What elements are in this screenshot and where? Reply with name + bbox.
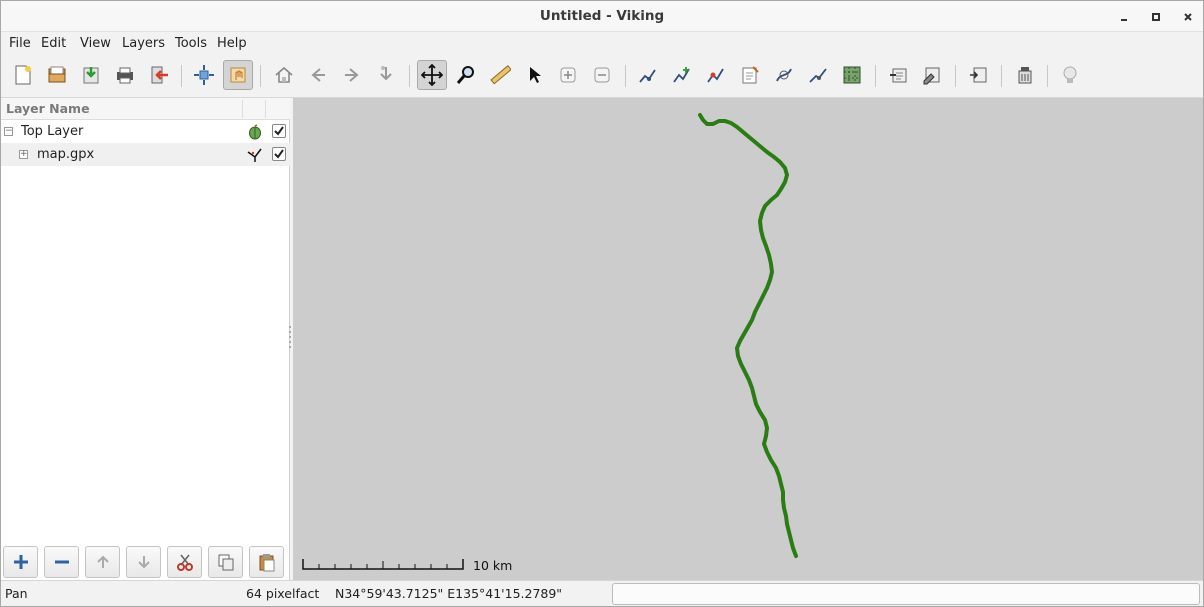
- open-file-icon[interactable]: [42, 60, 72, 90]
- move-up-icon[interactable]: [85, 546, 120, 578]
- status-zoom-level: 64 pixelfact: [246, 586, 320, 601]
- toolbar-separator: [955, 65, 956, 87]
- toolbar-separator: [875, 65, 876, 87]
- remove-layer-icon[interactable]: [44, 546, 79, 578]
- exit-icon[interactable]: [144, 60, 174, 90]
- zoom-out-icon[interactable]: [587, 60, 617, 90]
- save-file-icon[interactable]: [76, 60, 106, 90]
- layer-buttons-bar: [1, 546, 290, 580]
- tip-bulb-icon[interactable]: [1055, 60, 1085, 90]
- pan-hand-icon[interactable]: [223, 60, 253, 90]
- move-down-icon[interactable]: [126, 546, 161, 578]
- layers-header: Layer Name: [1, 98, 290, 120]
- menu-view[interactable]: View: [80, 36, 111, 51]
- route-finder-icon[interactable]: [769, 60, 799, 90]
- scale-bar: [302, 559, 464, 570]
- layer-visible-checkbox[interactable]: [272, 147, 286, 161]
- forward-icon[interactable]: [337, 60, 367, 90]
- collapse-icon[interactable]: −: [4, 127, 13, 136]
- map-download-icon[interactable]: [837, 60, 867, 90]
- paste-icon[interactable]: [249, 546, 284, 578]
- ruler-icon[interactable]: [485, 60, 515, 90]
- menu-layers[interactable]: Layers: [122, 36, 165, 51]
- status-message-box: [612, 583, 1200, 605]
- column-divider: [242, 100, 243, 118]
- jump-icon[interactable]: [371, 60, 401, 90]
- status-bar: Pan 64 pixelfact N34°59'43.7125" E135°41…: [1, 580, 1203, 606]
- layer-properties-icon[interactable]: [883, 60, 913, 90]
- back-icon[interactable]: [303, 60, 333, 90]
- window-title: Untitled - Viking: [539, 8, 665, 24]
- layer-row-map-gpx[interactable]: + map.gpx: [1, 143, 290, 166]
- splitter-icon[interactable]: [803, 60, 833, 90]
- layer-edit-icon[interactable]: [917, 60, 947, 90]
- expand-icon[interactable]: +: [19, 150, 28, 159]
- create-track-icon[interactable]: [667, 60, 697, 90]
- scale-bar-label: 10 km: [473, 558, 513, 573]
- map-viewport[interactable]: 10 km: [293, 98, 1203, 580]
- layer-label: map.gpx: [37, 147, 95, 162]
- gps-track-line: [698, 113, 798, 558]
- layer-row-top-layer[interactable]: − Top Layer: [1, 120, 290, 143]
- new-file-icon[interactable]: [8, 60, 38, 90]
- layers-panel: Layer Name − Top Layer + map.gpx: [1, 98, 290, 580]
- pane-resize-handle[interactable]: [289, 326, 292, 352]
- toolbar-separator: [625, 65, 626, 87]
- create-waypoint-icon[interactable]: [701, 60, 731, 90]
- add-layer-icon[interactable]: [3, 546, 38, 578]
- toolbar-separator: [409, 65, 410, 87]
- layer-label: Top Layer: [21, 124, 84, 139]
- aggregate-layer-icon: [249, 124, 261, 140]
- layer-name-column-header[interactable]: Layer Name: [6, 101, 90, 116]
- copy-icon[interactable]: [208, 546, 243, 578]
- pan-tool-icon[interactable]: [417, 60, 447, 90]
- main-toolbar: [1, 55, 1203, 98]
- viking-window: Untitled - Viking File Edit View Layers …: [0, 0, 1204, 607]
- cut-icon[interactable]: [167, 546, 202, 578]
- toolbar-separator: [1047, 65, 1048, 87]
- edit-trackpoint-icon[interactable]: [633, 60, 663, 90]
- toolbar-separator: [1001, 65, 1002, 87]
- layer-list-icon[interactable]: [963, 60, 993, 90]
- layer-visible-checkbox[interactable]: [272, 124, 286, 138]
- print-icon[interactable]: [110, 60, 140, 90]
- status-coordinates: N34°59'43.7125" E135°41'15.2789": [335, 586, 563, 601]
- title-bar: Untitled - Viking: [1, 1, 1203, 32]
- home-icon[interactable]: [269, 60, 299, 90]
- layer-delete-icon[interactable]: [1009, 60, 1039, 90]
- select-icon[interactable]: [519, 60, 549, 90]
- toolbar-separator: [260, 65, 261, 87]
- toolbar-separator: [181, 65, 182, 87]
- maximize-icon[interactable]: [1146, 7, 1166, 27]
- menu-file[interactable]: File: [9, 36, 31, 51]
- close-icon[interactable]: [1178, 7, 1198, 27]
- menu-bar: File Edit View Layers Tools Help: [1, 32, 1203, 55]
- trw-layer-icon: [247, 148, 262, 162]
- edit-waypoint-icon[interactable]: [735, 60, 765, 90]
- zoom-in-icon[interactable]: [553, 60, 583, 90]
- status-current-tool: Pan: [5, 586, 28, 601]
- menu-help[interactable]: Help: [217, 36, 247, 51]
- menu-edit[interactable]: Edit: [41, 36, 66, 51]
- column-divider: [265, 100, 266, 118]
- zoom-to-fit-icon[interactable]: [189, 60, 219, 90]
- gps-track: [698, 113, 798, 558]
- menu-tools[interactable]: Tools: [175, 36, 207, 51]
- zoom-tool-icon[interactable]: [451, 60, 481, 90]
- minimize-icon[interactable]: [1114, 7, 1134, 27]
